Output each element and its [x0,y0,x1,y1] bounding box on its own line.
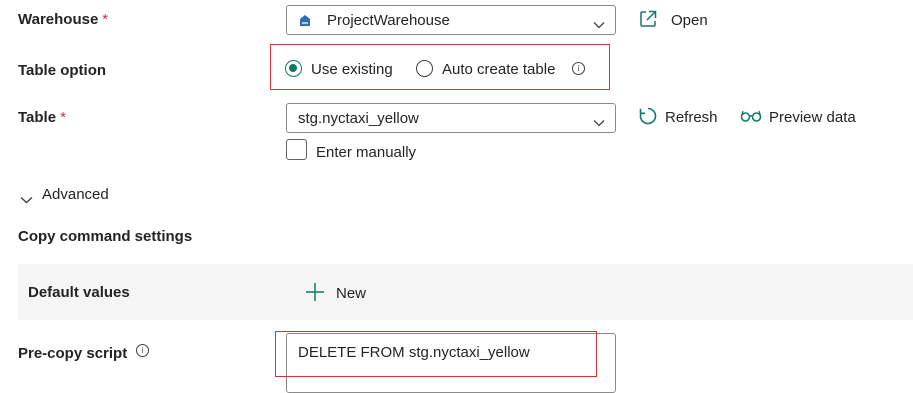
radio-auto-create-table[interactable]: Auto create table i [416,59,586,81]
chevron-down-icon [20,191,33,209]
radio-auto-create-label: Auto create table [442,61,556,78]
open-external-icon [638,9,658,34]
preview-data-button[interactable]: Preview data [740,106,870,128]
table-dropdown[interactable]: stg.nyctaxi_yellow [286,103,616,133]
radio-use-existing[interactable]: Use existing [285,59,405,81]
refresh-button[interactable]: Refresh [638,106,723,128]
warehouse-dropdown[interactable]: ProjectWarehouse [286,5,616,35]
advanced-label: Advanced [42,186,109,203]
copy-command-settings-title: Copy command settings [18,228,193,245]
radio-selected-icon [285,60,302,77]
table-option-label: Table option [18,62,107,79]
required-mark: * [102,11,109,28]
chevron-down-icon [593,114,605,132]
info-icon[interactable]: i [572,62,585,75]
table-selected-value: stg.nyctaxi_yellow [298,110,419,127]
checkbox-box [286,139,307,160]
enter-manually-checkbox[interactable]: Enter manually [286,139,436,163]
preview-data-label: Preview data [769,109,856,126]
new-label: New [336,285,367,302]
warehouse-label-text: Warehouse [18,11,99,28]
required-mark: * [60,109,66,126]
warehouse-icon [299,14,311,32]
enter-manually-label: Enter manually [316,144,417,161]
default-values-section [18,264,913,320]
warehouse-label: Warehouse * [18,11,108,28]
refresh-label: Refresh [665,109,718,126]
pre-copy-script-label: Pre-copy script [18,345,127,363]
radio-unselected-icon [416,60,433,77]
open-label: Open [671,12,708,29]
table-label-text: Table [18,109,57,126]
glasses-icon [740,109,762,128]
refresh-icon [638,106,658,131]
pre-copy-script-label-text: Pre-copy script [18,345,128,362]
advanced-toggle[interactable]: Advanced [18,185,128,205]
warehouse-selected-value: ProjectWarehouse [327,12,450,29]
chevron-down-icon [593,16,605,34]
plus-icon [305,282,325,307]
new-default-value-button[interactable]: New [305,282,375,304]
default-values-label: Default values [28,284,130,301]
table-label: Table * [18,109,66,126]
radio-use-existing-label: Use existing [311,61,393,78]
info-icon[interactable]: i [136,344,149,357]
pre-copy-script-highlight [275,331,597,377]
